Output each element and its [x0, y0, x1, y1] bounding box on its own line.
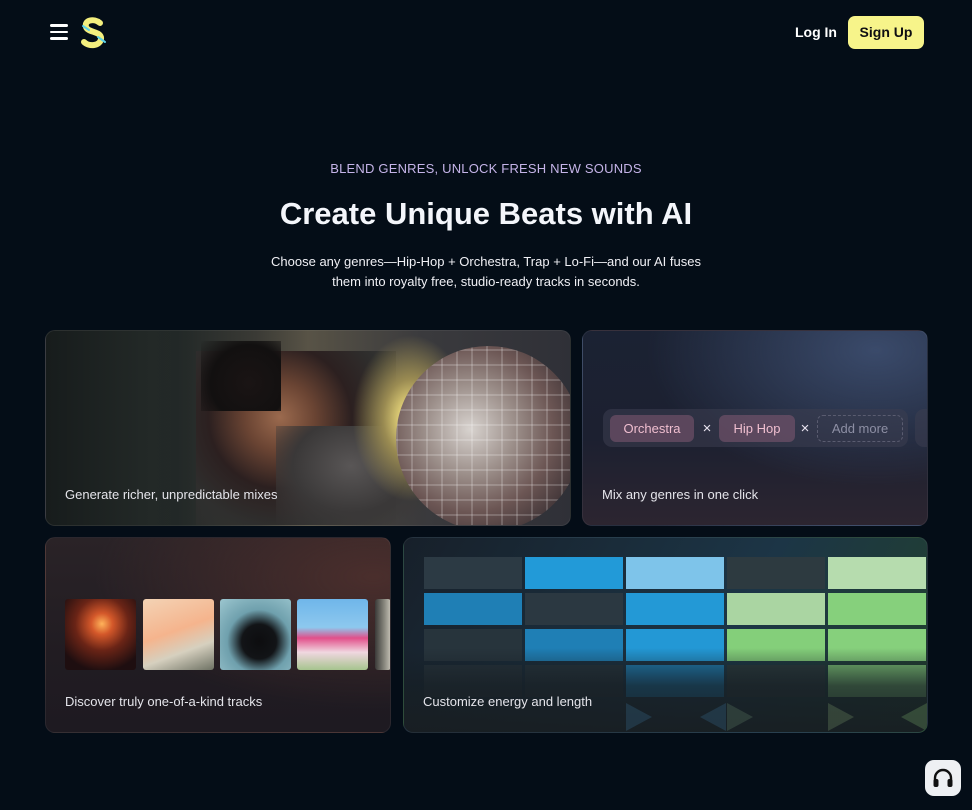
- hero-eyebrow: BLEND GENRES, UNLOCK FRESH NEW SOUNDS: [330, 161, 642, 176]
- headphones-icon: [933, 768, 953, 787]
- hero-title: Create Unique Beats with AI: [279, 196, 693, 231]
- track-thumbnail-dancer[interactable]: [297, 599, 368, 670]
- energy-grid-cell: [727, 593, 825, 625]
- genre-chip-hip-hop[interactable]: Hip Hop: [719, 415, 795, 442]
- energy-grid-cell: [828, 593, 926, 625]
- feature-label-discover: Discover truly one-of-a-kind tracks: [65, 694, 263, 709]
- energy-grid-cell: [727, 557, 825, 589]
- energy-arrow-icon: [828, 703, 854, 731]
- feature-label-genres: Mix any genres in one click: [602, 487, 759, 502]
- feature-card-discover[interactable]: Discover truly one-of-a-kind tracks: [45, 537, 391, 733]
- energy-grid-cell: [626, 593, 724, 625]
- hamburger-menu-icon[interactable]: [50, 24, 68, 40]
- genre-chip-orchestra[interactable]: Orchestra: [610, 415, 694, 442]
- s-logo-icon[interactable]: [80, 17, 108, 49]
- signup-button[interactable]: Sign Up: [848, 16, 924, 49]
- energy-grid-cell: [626, 557, 724, 589]
- feature-card-mixes[interactable]: Generate richer, unpredictable mixes: [45, 330, 571, 526]
- energy-grid-cell: [525, 593, 623, 625]
- track-thumbnail-partial[interactable]: [375, 599, 390, 670]
- site-header: Log In Sign Up: [0, 0, 972, 64]
- energy-grid-cell: [424, 593, 522, 625]
- feature-label-energy: Customize energy and length: [423, 694, 593, 709]
- energy-arrow-icon: [700, 703, 726, 731]
- energy-grid-cell: [828, 557, 926, 589]
- chip-separator-icon: ×: [702, 420, 712, 437]
- energy-arrow-icon: [727, 703, 753, 731]
- login-button[interactable]: Log In: [790, 16, 842, 48]
- energy-arrow-icon: [626, 703, 652, 731]
- feature-card-genres[interactable]: Orchestra × Hip Hop × Add more Mix any g…: [582, 330, 928, 526]
- support-chat-button[interactable]: [925, 760, 961, 796]
- hero-subtitle: Choose any genres—Hip-Hop + Orchestra, T…: [271, 254, 701, 289]
- track-thumbnail-palm-tree[interactable]: [143, 599, 214, 670]
- energy-grid-cell: [424, 557, 522, 589]
- energy-grid-cell: [525, 557, 623, 589]
- chip-separator-icon: ×: [800, 420, 810, 437]
- energy-arrow-icon: [901, 703, 927, 731]
- disco-ball-image: [396, 346, 570, 525]
- artist-hair-image: [201, 341, 281, 411]
- genre-chip-bar-next: [915, 409, 927, 447]
- track-thumbnail-portrait[interactable]: [220, 599, 291, 670]
- add-genre-chip[interactable]: Add more: [817, 415, 903, 442]
- feature-card-energy[interactable]: Customize energy and length: [403, 537, 928, 733]
- feature-label-mixes: Generate richer, unpredictable mixes: [65, 487, 278, 502]
- track-thumbnail-streetlamp[interactable]: [65, 599, 136, 670]
